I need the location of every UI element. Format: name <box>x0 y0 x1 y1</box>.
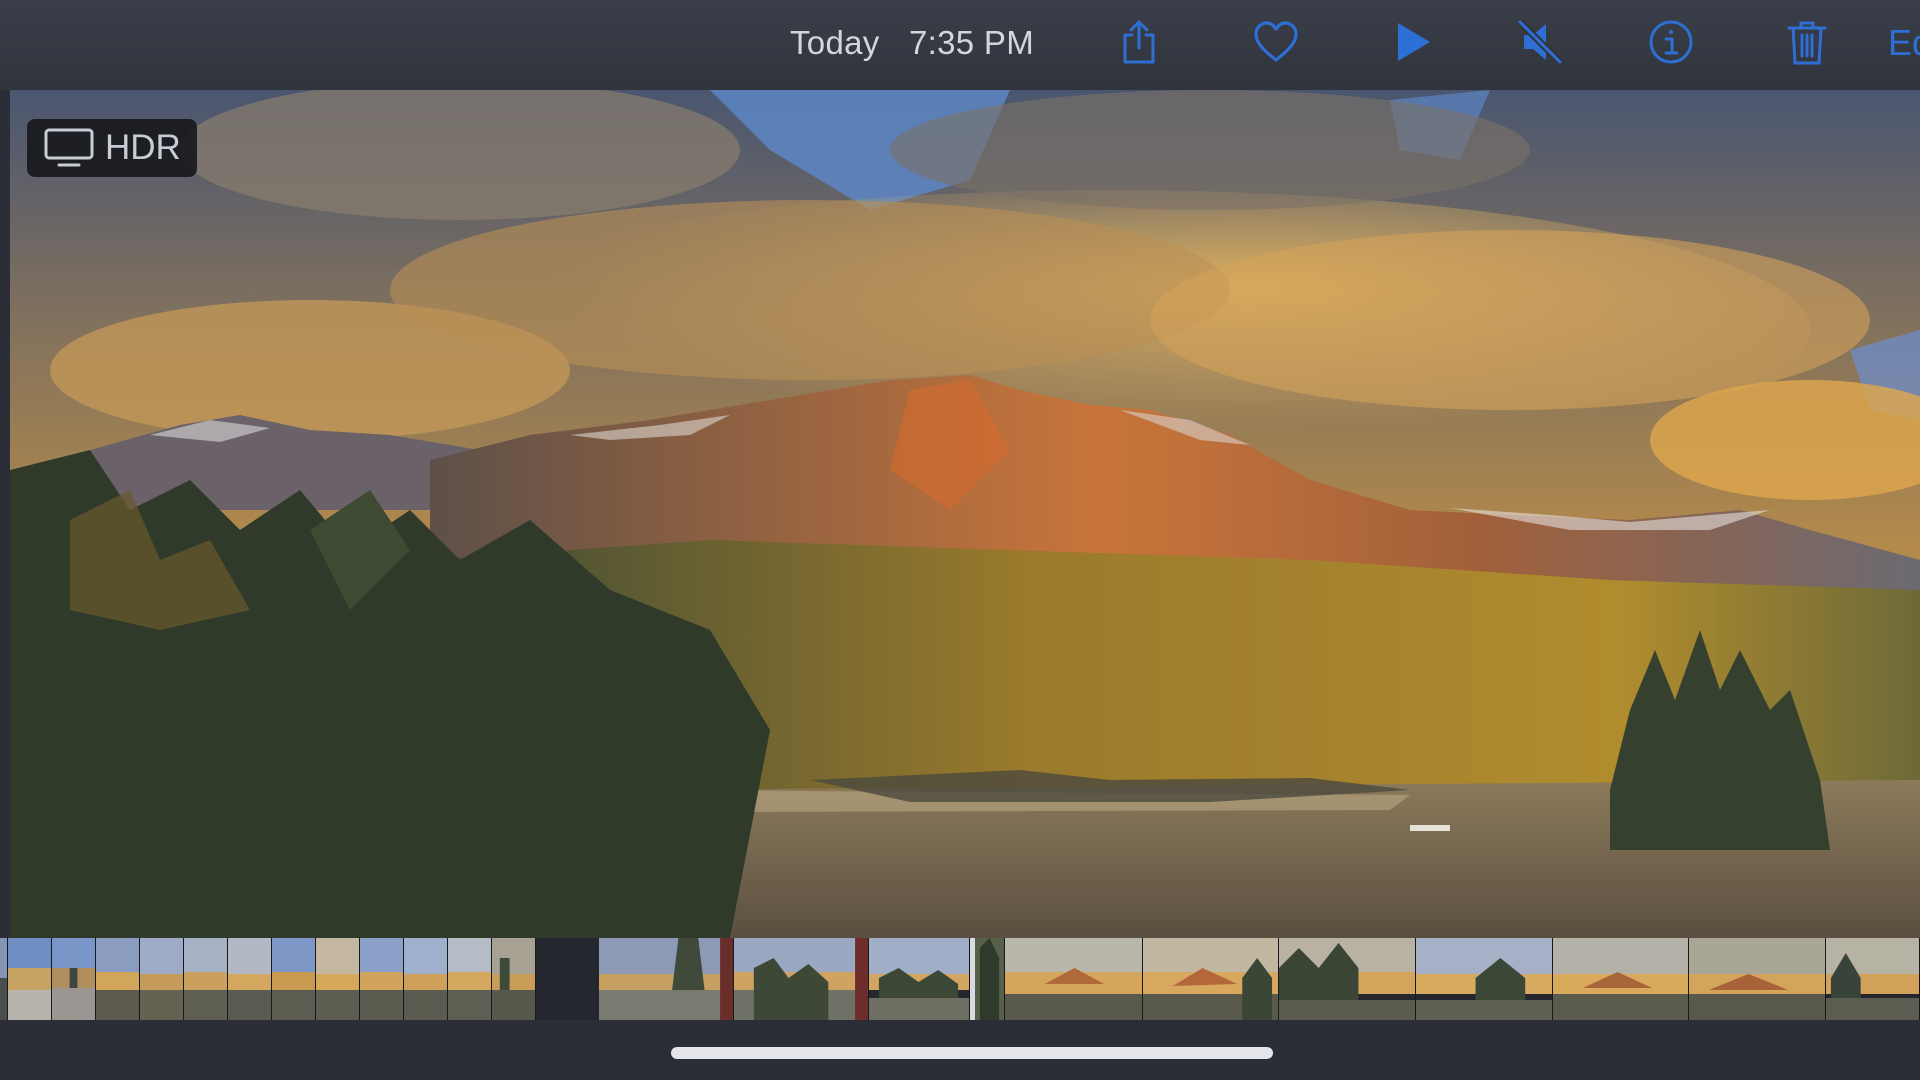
filmstrip-thumbnail[interactable] <box>228 938 272 1020</box>
time-label: 7:35 PM <box>909 24 1035 61</box>
landscape-photo-image <box>10 90 1920 938</box>
main-photo[interactable] <box>10 90 1920 938</box>
delete-button[interactable] <box>1779 14 1835 70</box>
filmstrip-thumbnail[interactable] <box>1689 938 1826 1020</box>
filmstrip-thumbnail[interactable] <box>448 938 492 1020</box>
filmstrip-thumbnail[interactable] <box>316 938 360 1020</box>
filmstrip-thumbnail[interactable] <box>869 938 970 1020</box>
filmstrip-thumbnail[interactable] <box>96 938 140 1020</box>
filmstrip-thumbnail[interactable] <box>1005 938 1143 1020</box>
mute-button[interactable] <box>1512 14 1568 70</box>
share-icon <box>1123 20 1155 64</box>
edit-button[interactable]: Ed <box>1888 22 1920 64</box>
filmstrip-thumbnail[interactable] <box>8 938 52 1020</box>
home-indicator[interactable] <box>671 1047 1273 1059</box>
hdr-label: HDR <box>105 128 181 167</box>
heart-icon <box>1254 21 1298 62</box>
trash-icon <box>1787 21 1827 65</box>
filmstrip[interactable] <box>0 938 1920 1020</box>
speaker-muted-icon <box>1517 19 1563 65</box>
filmstrip-thumbnail[interactable] <box>272 938 316 1020</box>
filmstrip-thumbnail[interactable] <box>1143 938 1279 1020</box>
filmstrip-thumbnail[interactable] <box>1553 938 1689 1020</box>
info-button[interactable] <box>1643 14 1699 70</box>
filmstrip-thumbnail[interactable] <box>1826 938 1920 1020</box>
filmstrip-thumbnail[interactable] <box>0 938 8 1020</box>
filmstrip-thumbnail[interactable] <box>599 938 734 1020</box>
display-icon <box>44 128 94 167</box>
play-button[interactable] <box>1384 14 1440 70</box>
info-icon <box>1649 20 1693 64</box>
share-button[interactable] <box>1111 14 1167 70</box>
hdr-badge[interactable]: HDR <box>27 119 197 177</box>
filmstrip-thumbnail[interactable] <box>975 938 1005 1020</box>
filmstrip-thumbnail[interactable] <box>492 938 536 1020</box>
photo-title: Today 7:35 PM <box>790 24 1034 62</box>
favorite-button[interactable] <box>1248 14 1304 70</box>
filmstrip-thumbnail[interactable] <box>140 938 184 1020</box>
filmstrip-thumbnail[interactable] <box>184 938 228 1020</box>
top-toolbar: Today 7:35 PM E <box>0 0 1920 90</box>
filmstrip-thumbnail[interactable] <box>1279 938 1416 1020</box>
current-position-marker <box>970 938 975 1020</box>
play-icon <box>1398 23 1430 61</box>
filmstrip-thumbnail[interactable] <box>1416 938 1553 1020</box>
filmstrip-thumbnail[interactable] <box>404 938 448 1020</box>
filmstrip-thumbnail[interactable] <box>52 938 96 1020</box>
date-label: Today <box>790 24 880 61</box>
filmstrip-thumbnail[interactable] <box>360 938 404 1020</box>
filmstrip-thumbnail[interactable] <box>734 938 869 1020</box>
